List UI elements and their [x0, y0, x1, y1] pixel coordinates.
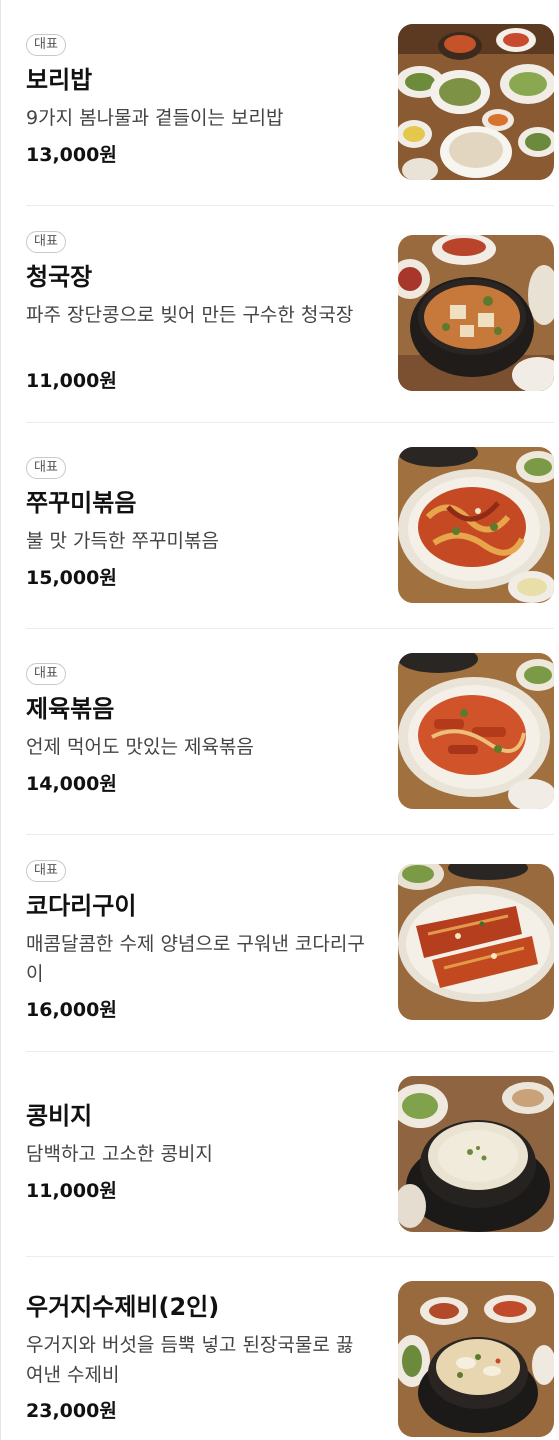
menu-item-sujebi[interactable]: 우거지수제비(2인) 우거지와 버섯을 듬뿍 넣고 된장국물로 끓여낸 수제비 … — [1, 1257, 559, 1440]
menu-item-description: 우거지와 버섯을 듬뿍 넣고 된장국물로 끓여낸 수제비 — [26, 1334, 354, 1386]
signature-badge: 대표 — [26, 34, 66, 56]
menu-item-price: 11,000원 — [26, 370, 117, 392]
menu-item-price: 15,000원 — [26, 567, 117, 589]
menu-item-price: 23,000원 — [26, 1400, 117, 1422]
menu-item-photo[interactable] — [398, 24, 554, 180]
menu-item-description: 불 맛 가득한 쭈꾸미볶음 — [26, 530, 219, 552]
menu-item-grilled-pollock[interactable]: 대표 코다리구이 매콤달콤한 수제 양념으로 구워낸 코다리구이 16,000원 — [1, 835, 559, 1051]
menu-item-name: 우거지수제비(2인) — [26, 1293, 220, 1321]
menu-item-name: 쭈꾸미볶음 — [26, 489, 137, 517]
menu-item-photo[interactable] — [398, 864, 554, 1020]
menu-item-stir-fried-octopus[interactable]: 대표 쭈꾸미볶음 불 맛 가득한 쭈꾸미볶음 15,000원 — [1, 423, 559, 628]
menu-item-description: 담백하고 고소한 콩비지 — [26, 1143, 213, 1165]
menu-item-name: 청국장 — [26, 263, 93, 291]
menu-item-name: 보리밥 — [26, 66, 93, 94]
menu-item-photo[interactable] — [398, 447, 554, 603]
menu-item-stir-fried-pork[interactable]: 대표 제육볶음 언제 먹어도 맛있는 제육볶음 14,000원 — [1, 629, 559, 834]
menu-item-cheonggukjang[interactable]: 대표 청국장 파주 장단콩으로 빚어 만든 구수한 청국장 11,000원 — [1, 206, 559, 422]
signature-badge: 대표 — [26, 860, 66, 882]
menu-item-price: 14,000원 — [26, 773, 117, 795]
menu-item-price: 11,000원 — [26, 1180, 117, 1202]
menu-item-description: 언제 먹어도 맛있는 제육볶음 — [26, 736, 254, 758]
menu-item-description: 파주 장단콩으로 빚어 만든 구수한 청국장 — [26, 304, 354, 326]
menu-item-price: 13,000원 — [26, 144, 117, 166]
menu-item-description: 9가지 봄나물과 곁들이는 보리밥 — [26, 107, 284, 129]
menu-item-name: 코다리구이 — [26, 892, 137, 920]
menu-item-price: 16,000원 — [26, 999, 117, 1021]
menu-item-photo[interactable] — [398, 653, 554, 809]
menu-item-barley-rice[interactable]: 대표 보리밥 9가지 봄나물과 곁들이는 보리밥 13,000원 — [1, 0, 559, 205]
menu-item-name: 콩비지 — [26, 1102, 93, 1130]
menu-item-photo[interactable] — [398, 1076, 554, 1232]
signature-badge: 대표 — [26, 231, 66, 253]
menu-item-description: 매콤달콤한 수제 양념으로 구워낸 코다리구이 — [26, 933, 365, 985]
menu-item-photo[interactable] — [398, 1281, 554, 1437]
menu-item-soybean-curd-stew[interactable]: 콩비지 담백하고 고소한 콩비지 11,000원 — [1, 1052, 559, 1256]
menu-item-photo[interactable] — [398, 235, 554, 391]
menu-item-name: 제육볶음 — [26, 695, 115, 723]
signature-badge: 대표 — [26, 457, 66, 479]
signature-badge: 대표 — [26, 663, 66, 685]
